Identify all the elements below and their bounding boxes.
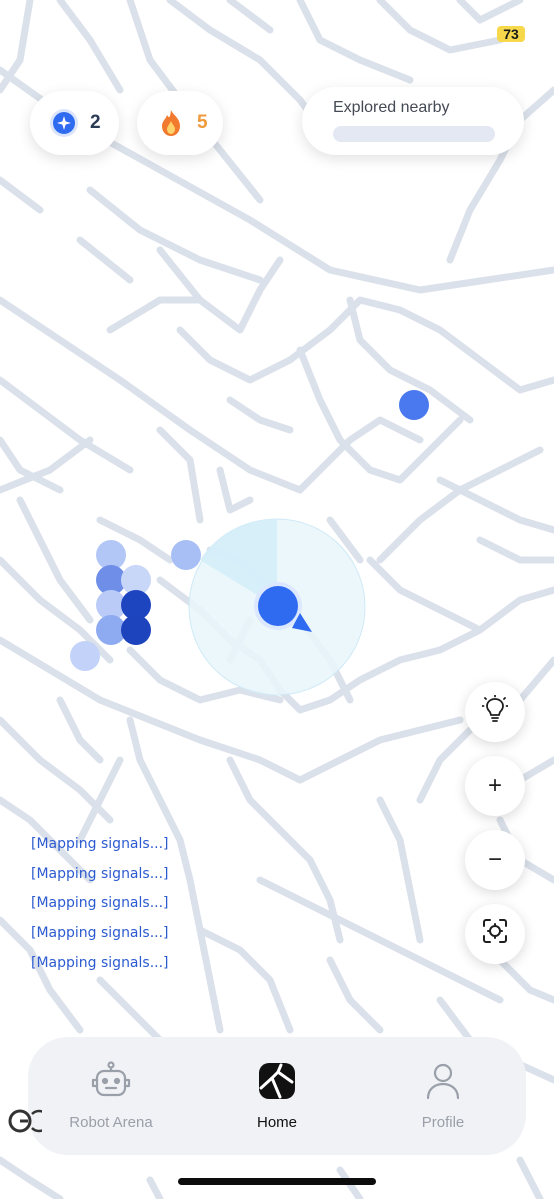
locate-icon bbox=[482, 918, 508, 951]
flame-icon bbox=[157, 109, 185, 137]
person-icon bbox=[421, 1059, 465, 1103]
nav-item-profile[interactable]: Profile bbox=[360, 1037, 526, 1155]
lightbulb-icon bbox=[481, 694, 509, 730]
stars-count: 2 bbox=[90, 112, 101, 133]
explored-nearby-card: Explored nearby bbox=[302, 87, 524, 155]
signal-dot[interactable] bbox=[121, 615, 151, 645]
nav-label-robot-arena: Robot Arena bbox=[69, 1114, 153, 1131]
nav-label-profile: Profile bbox=[421, 1114, 465, 1131]
log-line: [Mapping signals...] bbox=[31, 836, 169, 852]
battery-indicator: 73 bbox=[497, 26, 525, 42]
user-location-dot[interactable] bbox=[258, 586, 298, 626]
map-markers bbox=[70, 390, 429, 696]
bottom-nav: Robot Arena Home Profile bbox=[28, 1037, 526, 1155]
zoom-out-button[interactable]: − bbox=[465, 830, 525, 890]
nav-item-home[interactable]: Home bbox=[194, 1037, 360, 1155]
nav-label-home: Home bbox=[256, 1114, 297, 1131]
log-line: [Mapping signals...] bbox=[31, 895, 169, 912]
mapping-log: [Mapping signals...] [Mapping signals...… bbox=[31, 836, 251, 984]
streak-counter[interactable]: 5 bbox=[137, 91, 223, 155]
minus-icon: − bbox=[487, 846, 502, 873]
recenter-button[interactable] bbox=[465, 904, 525, 964]
signal-dot[interactable] bbox=[70, 641, 100, 671]
home-indicator bbox=[178, 1178, 376, 1185]
explored-progress-bar bbox=[333, 126, 495, 142]
explored-label: Explored nearby bbox=[333, 99, 450, 116]
streak-count: 5 bbox=[197, 112, 208, 133]
log-line: [Mapping signals...] bbox=[31, 925, 169, 942]
log-line: [Mapping signals...] bbox=[31, 865, 169, 882]
robot-icon bbox=[89, 1059, 133, 1103]
map-home-icon bbox=[255, 1059, 299, 1103]
star-badge-icon bbox=[50, 109, 78, 137]
signal-dot[interactable] bbox=[399, 390, 429, 420]
zoom-in-button[interactable]: + bbox=[465, 756, 525, 816]
log-line: [Mapping signals...] bbox=[31, 954, 169, 971]
app-logo bbox=[6, 1106, 51, 1136]
plus-icon: + bbox=[487, 772, 502, 799]
hint-button[interactable] bbox=[465, 682, 525, 742]
signal-dot[interactable] bbox=[171, 540, 201, 570]
nav-item-robot-arena[interactable]: Robot Arena bbox=[28, 1037, 194, 1155]
stars-counter[interactable]: 2 bbox=[30, 91, 119, 155]
